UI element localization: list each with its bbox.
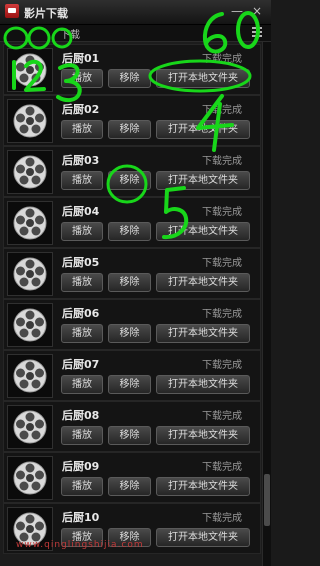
status-label: 下载完成 <box>202 258 242 269</box>
play-button[interactable]: 播放 <box>61 120 103 139</box>
film-reel-icon <box>13 155 47 189</box>
video-title: 后厨05 <box>62 256 100 269</box>
status-label: 下载完成 <box>202 513 242 524</box>
status-label: 下载完成 <box>202 462 242 473</box>
open-folder-button[interactable]: 打开本地文件夹 <box>156 426 250 445</box>
download-list: 后厨01 下载完成 播放 移除 打开本地文件夹 后厨02 下载完成 播放 移除 打开本地文件夹 后厨… <box>0 42 262 566</box>
title-bar[interactable]: 影片下载 — × <box>0 0 271 25</box>
list-item[interactable]: 后厨08 下载完成播放 移除 打开本地文件夹 <box>3 401 261 452</box>
video-title: 后厨06 <box>62 307 100 320</box>
play-button[interactable]: 播放 <box>61 324 103 343</box>
list-item[interactable]: 后厨03 下载完成播放 移除 打开本地文件夹 <box>3 146 261 197</box>
film-logo-icon <box>5 4 19 18</box>
list-item[interactable]: 后厨09 下载完成播放 移除 打开本地文件夹 <box>3 452 261 503</box>
film-reel-icon <box>13 308 47 342</box>
status-label: 下载完成 <box>202 156 242 167</box>
video-title: 后厨10 <box>62 511 100 524</box>
toolbar: 下载 <box>0 25 271 42</box>
film-reel-icon <box>13 206 47 240</box>
status-label: 下载完成 <box>202 207 242 218</box>
open-folder-button[interactable]: 打开本地文件夹 <box>156 477 250 496</box>
video-title: 后厨01 <box>62 52 100 65</box>
play-button[interactable]: 播放 <box>61 273 103 292</box>
video-title: 后厨08 <box>62 409 100 422</box>
status-label: 下载完成 <box>202 54 242 65</box>
list-item[interactable]: 后厨06 下载完成播放 移除 打开本地文件夹 <box>3 299 261 350</box>
play-button[interactable]: 播放 <box>61 69 103 88</box>
film-reel-icon <box>13 53 47 87</box>
film-reel-icon <box>13 461 47 495</box>
video-title: 后厨03 <box>62 154 100 167</box>
menu-icon[interactable] <box>252 27 262 37</box>
minimize-button[interactable]: — <box>230 4 244 18</box>
scrollbar[interactable] <box>262 42 271 566</box>
video-thumbnail <box>7 405 53 449</box>
status-label: 下载完成 <box>202 105 242 116</box>
window-title: 影片下载 <box>24 7 68 20</box>
tab-download[interactable]: 下载 <box>60 26 80 41</box>
open-folder-button[interactable]: 打开本地文件夹 <box>156 375 250 394</box>
video-thumbnail <box>7 48 53 92</box>
video-thumbnail <box>7 201 53 245</box>
open-folder-button[interactable]: 打开本地文件夹 <box>156 324 250 343</box>
film-reel-icon <box>13 104 47 138</box>
remove-button[interactable]: 移除 <box>108 171 151 190</box>
status-label: 下载完成 <box>202 309 242 320</box>
open-folder-button[interactable]: 打开本地文件夹 <box>156 69 250 88</box>
film-reel-icon <box>13 359 47 393</box>
remove-button[interactable]: 移除 <box>108 222 151 241</box>
download-window: 影片下载 — × 下载 后厨01 下载完成 播放 移除 打开本地文件夹 后厨02 下载完成播… <box>0 0 271 566</box>
play-button[interactable]: 播放 <box>61 375 103 394</box>
remove-button[interactable]: 移除 <box>108 426 151 445</box>
watermark: www.qinglingshijia.com <box>16 540 144 550</box>
list-item[interactable]: 后厨01 下载完成播放 移除 打开本地文件夹 <box>3 44 261 95</box>
film-reel-icon <box>13 257 47 291</box>
remove-button[interactable]: 移除 <box>108 324 151 343</box>
open-folder-button[interactable]: 打开本地文件夹 <box>156 273 250 292</box>
video-title: 后厨02 <box>62 103 100 116</box>
video-thumbnail <box>7 303 53 347</box>
status-label: 下载完成 <box>202 411 242 422</box>
open-folder-button[interactable]: 打开本地文件夹 <box>156 120 250 139</box>
close-button[interactable]: × <box>250 4 264 18</box>
video-title: 后厨04 <box>62 205 100 218</box>
remove-button[interactable]: 移除 <box>108 477 151 496</box>
video-title: 后厨07 <box>62 358 100 371</box>
list-item[interactable]: 后厨04 下载完成播放 移除 打开本地文件夹 <box>3 197 261 248</box>
open-folder-button[interactable]: 打开本地文件夹 <box>156 222 250 241</box>
video-thumbnail <box>7 354 53 398</box>
open-folder-button[interactable]: 打开本地文件夹 <box>156 171 250 190</box>
play-button[interactable]: 播放 <box>61 171 103 190</box>
video-title: 后厨09 <box>62 460 100 473</box>
play-button[interactable]: 播放 <box>61 222 103 241</box>
video-thumbnail <box>7 252 53 296</box>
video-thumbnail <box>7 99 53 143</box>
list-item[interactable]: 后厨05 下载完成播放 移除 打开本地文件夹 <box>3 248 261 299</box>
open-folder-button[interactable]: 打开本地文件夹 <box>156 528 250 547</box>
remove-button[interactable]: 移除 <box>108 375 151 394</box>
list-item[interactable]: 后厨07 下载完成播放 移除 打开本地文件夹 <box>3 350 261 401</box>
film-reel-icon <box>13 410 47 444</box>
list-item[interactable]: 后厨02 下载完成播放 移除 打开本地文件夹 <box>3 95 261 146</box>
remove-button[interactable]: 移除 <box>108 273 151 292</box>
scrollbar-thumb[interactable] <box>264 474 270 526</box>
play-button[interactable]: 播放 <box>61 426 103 445</box>
video-thumbnail <box>7 456 53 500</box>
remove-button[interactable]: 移除 <box>108 69 151 88</box>
video-thumbnail <box>7 150 53 194</box>
remove-button[interactable]: 移除 <box>108 120 151 139</box>
status-label: 下载完成 <box>202 360 242 371</box>
play-button[interactable]: 播放 <box>61 477 103 496</box>
